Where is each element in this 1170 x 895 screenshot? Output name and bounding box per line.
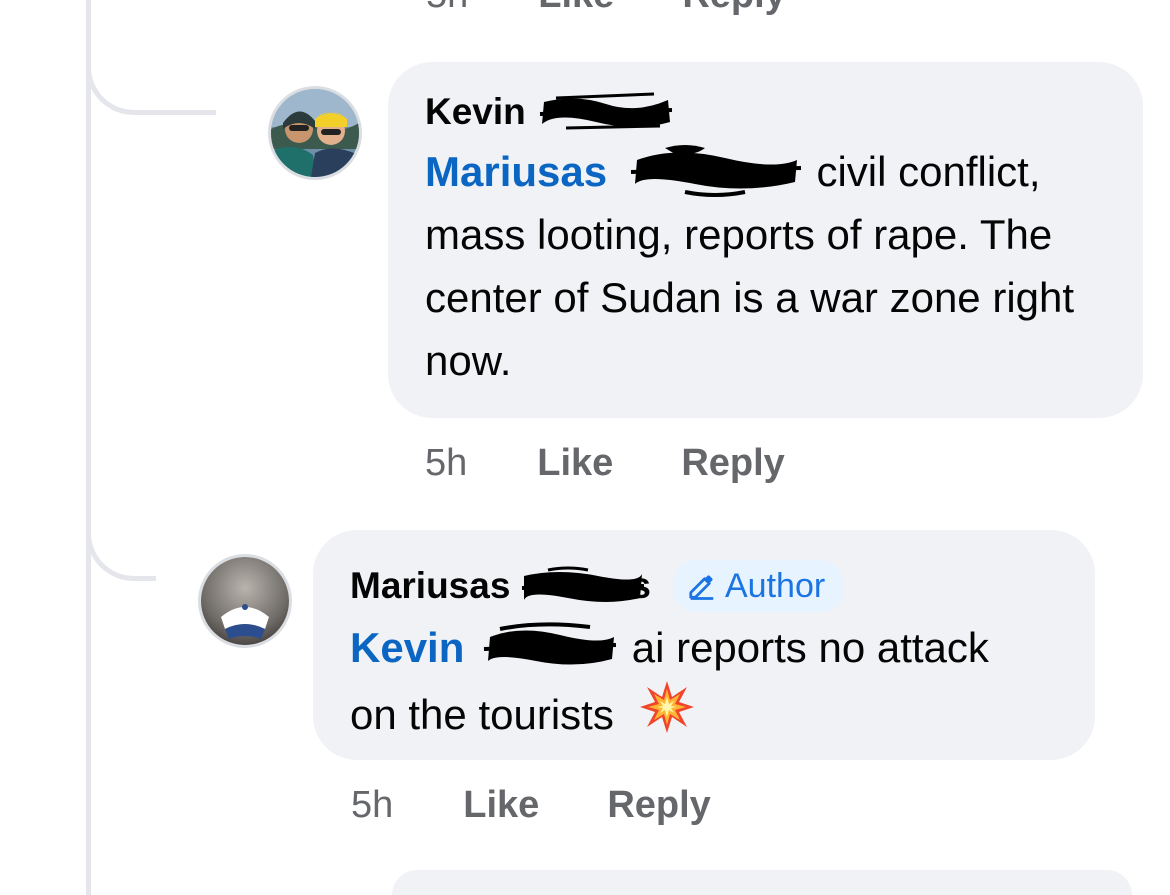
next-comment-bubble[interactable] xyxy=(392,870,1132,895)
comment-text-rest: mass looting, reports of rape. The cente… xyxy=(425,211,1075,384)
like-button[interactable]: Like xyxy=(537,442,613,485)
avatar-photo xyxy=(271,89,359,177)
thread-connector-2 xyxy=(86,480,156,581)
thread-connector-1 xyxy=(86,0,216,115)
thread-line xyxy=(86,0,91,895)
avatar[interactable] xyxy=(268,86,362,180)
prev-comment-actions: 5h Like Reply xyxy=(426,0,786,17)
prev-reply-button[interactable]: Reply xyxy=(682,0,785,17)
comment-text-line1: civil conflict, xyxy=(816,148,1041,195)
like-button[interactable]: Like xyxy=(463,784,539,827)
mention-first-name: Kevin xyxy=(350,624,465,671)
redaction-scribble xyxy=(483,622,617,665)
comment-author-name[interactable]: Mariusas s Author xyxy=(350,560,844,612)
pencil-icon xyxy=(689,575,714,600)
mention-link[interactable]: Mariusas xyxy=(425,144,816,197)
prev-like-button[interactable]: Like xyxy=(538,0,614,17)
mention-link[interactable]: Kevin xyxy=(350,622,632,671)
comment-actions: 5h Like Reply xyxy=(351,784,711,827)
prev-time: 5h xyxy=(426,0,468,17)
redaction-scribble xyxy=(539,92,672,130)
collision-emoji xyxy=(639,679,695,752)
avatar-photo xyxy=(201,557,289,645)
author-first-name: Kevin xyxy=(425,91,526,132)
collision-emoji-icon xyxy=(640,681,695,733)
redaction-scribble xyxy=(522,566,645,602)
comment-time: 5h xyxy=(351,784,394,826)
reply-button[interactable]: Reply xyxy=(607,784,710,827)
comment-text-line1: ai reports no attack xyxy=(631,624,989,671)
comment-author-name[interactable]: Kevin xyxy=(425,90,676,134)
comment-text: Kevin ai reports no attack on the touris… xyxy=(350,616,1061,752)
comment-text-line2: on the tourists xyxy=(350,691,614,738)
avatar[interactable] xyxy=(198,554,292,648)
comment-actions: 5h Like Reply xyxy=(425,442,785,485)
redaction-scribble xyxy=(630,144,801,197)
author-first-name: Mariusas xyxy=(350,565,511,606)
comment-bubble[interactable]: Mariusas s Author Kevin ai reports no at… xyxy=(313,530,1095,760)
comment-bubble[interactable]: Kevin Mariusas civil conflict, mass loot… xyxy=(388,62,1143,418)
comment-text: Mariusas civil conflict, mass looting, r… xyxy=(425,140,1109,392)
reply-button[interactable]: Reply xyxy=(681,442,784,485)
mention-first-name: Mariusas xyxy=(425,148,608,195)
author-badge-label: Author xyxy=(725,567,826,605)
author-badge: Author xyxy=(673,560,844,612)
comment-time: 5h xyxy=(425,442,468,484)
